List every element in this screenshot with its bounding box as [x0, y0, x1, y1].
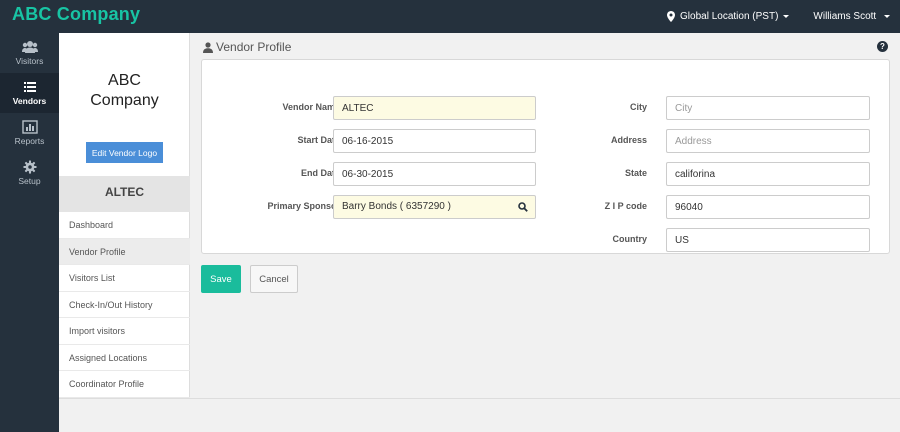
- primary-sponsor-value: Barry Bonds ( 6357290 ): [342, 201, 451, 212]
- city-input[interactable]: [666, 96, 870, 120]
- menu-item-visitors-list[interactable]: Visitors List: [59, 265, 190, 292]
- chevron-down-icon: [783, 15, 790, 18]
- page-title-text: Vendor Profile: [216, 40, 292, 54]
- cancel-button[interactable]: Cancel: [250, 265, 298, 293]
- state-label: State: [624, 168, 647, 178]
- vendor-profile-form: Vendor Name Start Date End Date Primary …: [201, 59, 890, 254]
- list-icon: [23, 82, 36, 92]
- vendor-name-input[interactable]: [333, 96, 536, 120]
- main-content: Vendor Profile ? Vendor Name Start Date …: [191, 33, 900, 398]
- user-icon: [203, 41, 213, 53]
- left-nav: Visitors Vendors Reports Setup: [0, 33, 59, 432]
- primary-sponsor-input[interactable]: Barry Bonds ( 6357290 ): [333, 195, 536, 219]
- footer-area: [59, 398, 900, 432]
- vendor-name-heading: ALTEC: [59, 176, 190, 212]
- company-line-2: Company: [90, 92, 159, 109]
- menu-item-import-visitors[interactable]: Import visitors: [59, 318, 190, 345]
- nav-item-visitors[interactable]: Visitors: [0, 33, 59, 73]
- user-menu[interactable]: Williams Scott: [813, 11, 890, 22]
- nav-item-reports[interactable]: Reports: [0, 113, 59, 153]
- chevron-down-icon: [884, 14, 890, 18]
- edit-vendor-logo-button[interactable]: Edit Vendor Logo: [86, 142, 163, 163]
- nav-label: Reports: [14, 136, 45, 146]
- top-right-controls: Global Location (PST) Williams Scott: [667, 0, 890, 33]
- company-logo-text: ABC Company: [59, 71, 190, 111]
- menu-item-assigned-locations[interactable]: Assigned Locations: [59, 345, 190, 371]
- country-label: Country: [612, 234, 648, 244]
- end-date-label: End Date: [300, 168, 340, 178]
- vendor-name-label: Vendor Name: [282, 102, 340, 112]
- company-line-1: ABC: [108, 72, 141, 89]
- search-icon[interactable]: [518, 202, 528, 212]
- state-input[interactable]: [666, 162, 870, 186]
- nav-label: Visitors: [15, 56, 44, 66]
- bar-chart-icon: [21, 120, 38, 134]
- location-label: Global Location (PST): [680, 11, 779, 22]
- nav-item-vendors[interactable]: Vendors: [0, 73, 59, 113]
- primary-sponsor-label: Primary Sponsor: [267, 201, 340, 211]
- address-label: Address: [610, 135, 647, 145]
- users-icon: [21, 41, 38, 53]
- map-pin-icon: [667, 11, 676, 22]
- vendor-panel: ABC Company Edit Vendor Logo ALTEC Dashb…: [59, 33, 190, 398]
- location-selector[interactable]: Global Location (PST): [667, 11, 790, 22]
- menu-item-vendor-profile[interactable]: Vendor Profile: [59, 238, 190, 265]
- page-title: Vendor Profile: [203, 40, 291, 54]
- nav-label: Vendors: [12, 96, 47, 106]
- user-name: Williams Scott: [813, 11, 877, 22]
- zip-code-label: Z I P code: [604, 201, 647, 211]
- brand-logo[interactable]: ABC Company: [12, 4, 140, 25]
- country-input[interactable]: [666, 228, 870, 252]
- menu-item-check-in-out-history[interactable]: Check-In/Out History: [59, 292, 190, 318]
- menu-item-coordinator-profile[interactable]: Coordinator Profile: [59, 371, 190, 398]
- start-date-input[interactable]: [333, 129, 536, 153]
- save-button[interactable]: Save: [201, 265, 241, 293]
- address-input[interactable]: [666, 129, 870, 153]
- vendor-menu: Dashboard Vendor Profile Visitors List C…: [59, 212, 190, 398]
- top-bar: ABC Company Global Location (PST) Willia…: [0, 0, 900, 33]
- start-date-label: Start Date: [297, 135, 340, 145]
- city-label: City: [629, 102, 647, 112]
- help-icon[interactable]: ?: [877, 41, 888, 52]
- menu-item-dashboard[interactable]: Dashboard: [59, 212, 190, 239]
- gear-icon: [22, 160, 37, 174]
- nav-label: Setup: [18, 176, 41, 186]
- zip-code-input[interactable]: [666, 195, 870, 219]
- end-date-input[interactable]: [333, 162, 536, 186]
- nav-item-setup[interactable]: Setup: [0, 153, 59, 193]
